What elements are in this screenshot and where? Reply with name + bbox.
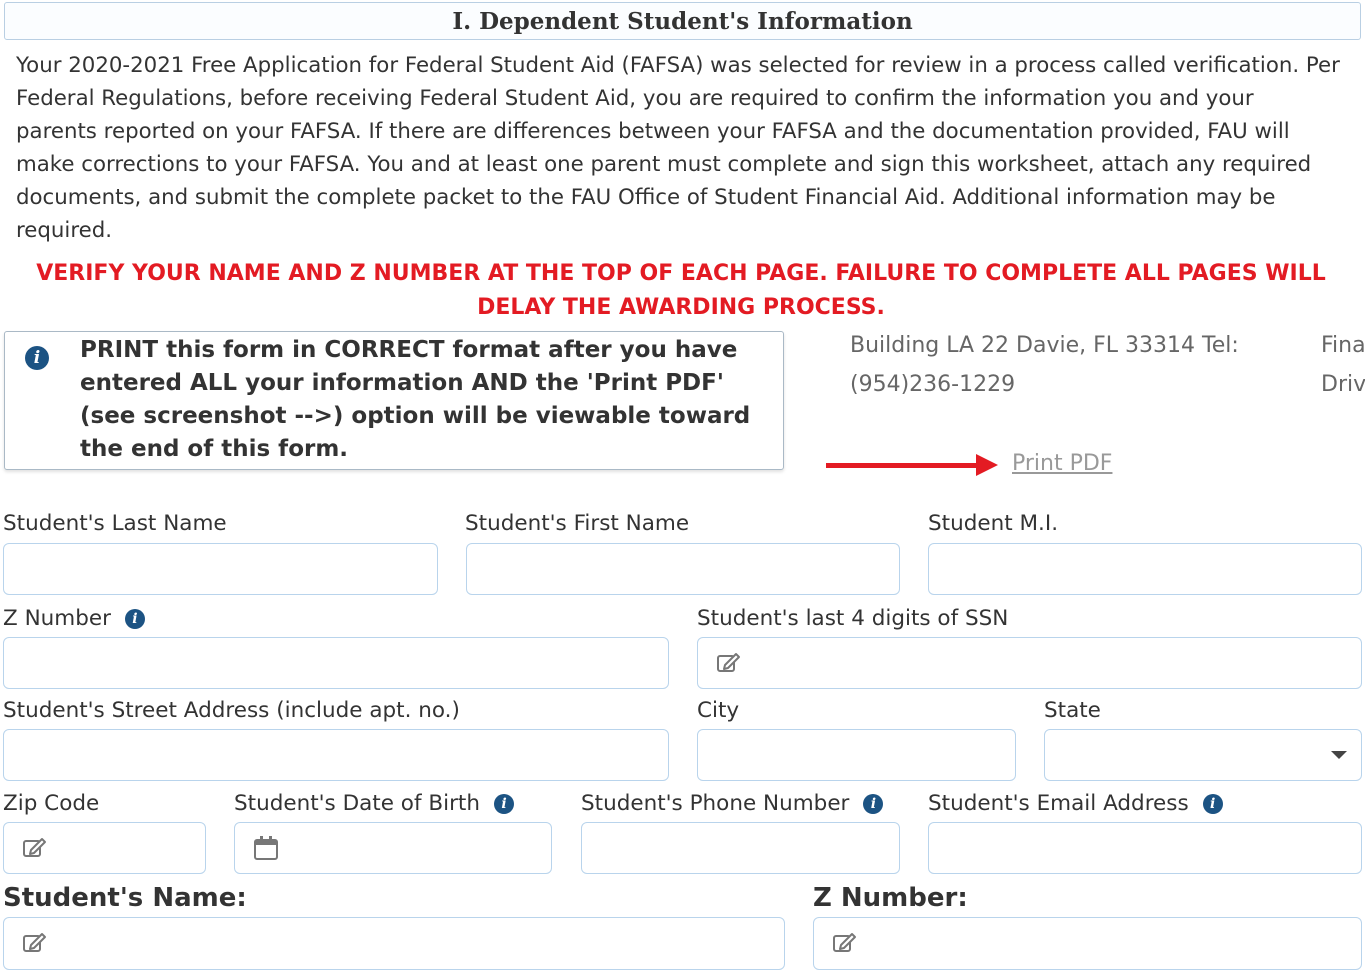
city-input[interactable] [697, 729, 1016, 781]
street-input[interactable] [3, 729, 669, 781]
preview-address: Building LA 22 Davie, FL 33314 Tel: (954… [850, 333, 1239, 397]
student-name-field[interactable] [3, 917, 785, 970]
intro-paragraph: Your 2020-2021 Free Application for Fede… [16, 53, 1340, 243]
first-name-label: Student's First Name [465, 511, 690, 536]
phone-input[interactable] [581, 822, 900, 874]
mi-label: Student M.I. [928, 511, 1059, 536]
zip-input[interactable] [3, 822, 206, 874]
print-pdf-link[interactable]: Print PDF [1012, 451, 1112, 476]
mi-input[interactable] [928, 543, 1362, 595]
z-number-label-text: Z Number [3, 606, 111, 631]
email-label-text: Student's Email Address [928, 791, 1189, 816]
dob-label-text: Student's Date of Birth [234, 791, 480, 816]
info-icon: i [25, 346, 49, 370]
ssn-input[interactable] [697, 637, 1362, 689]
edit-icon [717, 653, 740, 672]
street-label: Student's Street Address (include apt. n… [3, 698, 460, 723]
z-number-field[interactable] [813, 917, 1362, 970]
zip-label: Zip Code [3, 791, 100, 816]
edit-icon [833, 933, 856, 952]
print-info-text: PRINT this form in CORRECT format after … [80, 337, 751, 462]
z-number-label: Z Number i [3, 605, 145, 633]
info-icon[interactable]: i [1202, 794, 1223, 814]
last-name-input[interactable] [3, 543, 438, 595]
last-name-label: Student's Last Name [3, 511, 227, 536]
edit-icon [23, 933, 46, 952]
info-icon[interactable]: i [493, 794, 514, 814]
calendar-icon[interactable] [253, 835, 279, 861]
first-name-input[interactable] [466, 543, 900, 595]
info-icon[interactable]: i [863, 794, 884, 814]
student-name-heading: Student's Name: [3, 883, 247, 913]
ssn-label: Student's last 4 digits of SSN [697, 606, 1009, 631]
info-icon[interactable]: i [124, 609, 145, 629]
dob-label: Student's Date of Birth i [234, 790, 514, 818]
preview-clipped-line2: Driv [1321, 372, 1365, 397]
city-label: City [697, 698, 740, 723]
dob-input[interactable] [234, 822, 552, 874]
print-info-box: i PRINT this form in CORRECT format afte… [4, 331, 784, 470]
chevron-down-icon [1331, 751, 1347, 759]
phone-label-text: Student's Phone Number [581, 791, 850, 816]
z-number-input[interactable] [3, 637, 669, 689]
z-number-heading: Z Number: [813, 883, 968, 913]
phone-label: Student's Phone Number i [581, 790, 884, 818]
email-label: Student's Email Address i [928, 790, 1223, 818]
state-label: State [1044, 698, 1101, 723]
warning-text: VERIFY YOUR NAME AND Z NUMBER AT THE TOP… [36, 261, 1326, 320]
section-title: I. Dependent Student's Information [4, 2, 1361, 40]
preview-clipped-line1: Fina [1321, 333, 1365, 358]
email-input[interactable] [928, 822, 1362, 874]
red-arrow-head-icon [976, 454, 998, 476]
state-select[interactable] [1044, 729, 1362, 781]
red-arrow-icon [826, 463, 978, 468]
preview-clipped-text: Fina Driv [1321, 326, 1365, 404]
edit-icon [23, 838, 46, 857]
